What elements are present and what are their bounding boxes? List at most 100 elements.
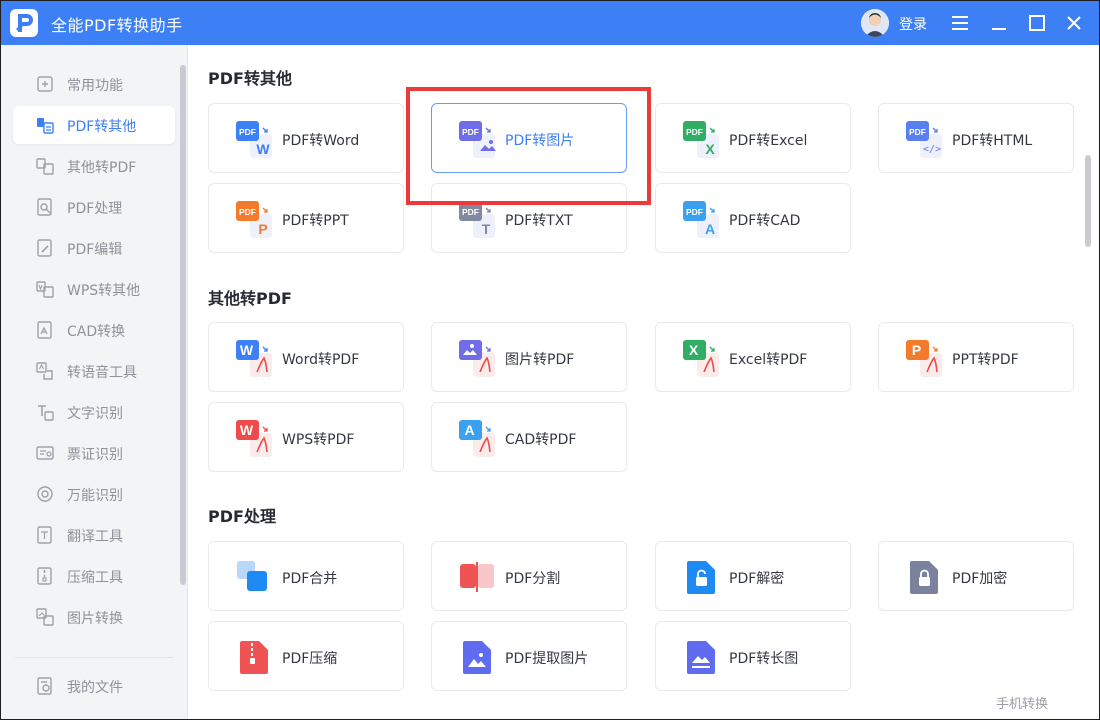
- sidebar-item[interactable]: PDF编辑: [13, 229, 175, 267]
- sidebar-item-label: 常用功能: [67, 78, 123, 94]
- pdf-compress-icon: [235, 638, 273, 676]
- tool-card[interactable]: PDF分割: [431, 541, 627, 611]
- sidebar-item[interactable]: 其他转PDF: [13, 147, 175, 185]
- tool-card[interactable]: 图片转PDF: [431, 322, 627, 392]
- tool-card[interactable]: PDF压缩: [208, 621, 404, 691]
- tool-card[interactable]: X Excel转PDF: [655, 322, 851, 392]
- pdf-to-cad-icon: PDF A: [682, 200, 720, 238]
- highlight-annotation: [406, 87, 651, 205]
- svg-text:PDF: PDF: [239, 207, 256, 217]
- sidebar-item[interactable]: PDF转其他: [13, 106, 175, 144]
- tool-card[interactable]: PDF A PDF转CAD: [655, 183, 851, 253]
- pdf-split-icon: [458, 558, 496, 596]
- tool-card-label: 图片转PDF: [505, 352, 575, 368]
- ppt-to-pdf-icon: P: [905, 339, 943, 377]
- pdf-encrypt-icon: [905, 558, 943, 596]
- sidebar-item-label: 压缩工具: [67, 570, 123, 586]
- svg-text:P: P: [258, 221, 267, 237]
- tool-card-label: PDF提取图片: [505, 651, 589, 667]
- pdf-to-word-icon: PDF W: [235, 120, 273, 158]
- universal-recognition-icon: [35, 484, 55, 504]
- tool-card[interactable]: PDF P PDF转PPT: [208, 183, 404, 253]
- phone-convert-link[interactable]: 手机转换: [996, 693, 1048, 712]
- sidebar-item[interactable]: PDF处理: [13, 188, 175, 226]
- pdf-to-html-icon: PDF </>: [905, 120, 943, 158]
- sidebar-item[interactable]: 票证识别: [13, 434, 175, 472]
- sidebar-scrollbar[interactable]: [180, 65, 186, 585]
- pdf-extract-image-icon: [458, 638, 496, 676]
- pdf-to-other-icon: [35, 115, 55, 135]
- ticket-recognition-icon: [35, 443, 55, 463]
- tool-card[interactable]: PDF合并: [208, 541, 404, 611]
- tool-card[interactable]: PDF </> PDF转HTML: [878, 103, 1074, 173]
- sidebar-item-label: CAD转换: [67, 324, 126, 340]
- sidebar-item-label: 文字识别: [67, 406, 123, 422]
- tool-card[interactable]: PDF加密: [878, 541, 1074, 611]
- word-to-pdf-icon: W: [235, 339, 273, 377]
- app-title: 全能PDF转换助手: [51, 16, 183, 35]
- sidebar-item[interactable]: WPS转其他: [13, 270, 175, 308]
- pdf-to-excel-icon: PDF X: [682, 120, 720, 158]
- sidebar-item-label: PDF处理: [67, 201, 123, 217]
- sidebar-item[interactable]: 常用功能: [13, 65, 175, 103]
- tool-card[interactable]: W WPS转PDF: [208, 402, 404, 472]
- tool-card-label: PDF转Word: [282, 133, 360, 149]
- pdf-to-ppt-icon: PDF P: [235, 200, 273, 238]
- user-avatar-icon[interactable]: [861, 9, 889, 37]
- svg-text:W: W: [256, 141, 270, 157]
- tool-card[interactable]: PDF W PDF转Word: [208, 103, 404, 173]
- sidebar-item-label: 转语音工具: [67, 365, 137, 381]
- tool-card[interactable]: PDF提取图片: [431, 621, 627, 691]
- svg-text:T: T: [482, 221, 491, 237]
- cad-to-pdf-icon: A: [458, 419, 496, 457]
- svg-text:PDF: PDF: [909, 127, 926, 137]
- sidebar-item-label: 其他转PDF: [67, 160, 137, 176]
- svg-text:X: X: [689, 342, 699, 358]
- close-icon[interactable]: [1062, 11, 1086, 35]
- sidebar-item[interactable]: 文字识别: [13, 393, 175, 431]
- sidebar-item[interactable]: 转语音工具: [13, 352, 175, 390]
- sidebar-item[interactable]: CAD转换: [13, 311, 175, 349]
- sidebar-item[interactable]: 图片转换: [13, 598, 175, 636]
- sidebar-item-label: 票证识别: [67, 447, 123, 463]
- pdf-edit-icon: [35, 238, 55, 258]
- pdf-to-txt-icon: PDF T: [458, 200, 496, 238]
- sidebar-item-label: 翻译工具: [67, 529, 123, 545]
- main-scrollbar[interactable]: [1085, 155, 1091, 247]
- section-title-other-to-pdf: 其他转PDF: [208, 289, 292, 308]
- sidebar-item-label: 万能识别: [67, 488, 123, 504]
- sidebar-item[interactable]: 压缩工具: [13, 557, 175, 595]
- sidebar-item-my-files[interactable]: 我的文件: [13, 667, 175, 705]
- sidebar-item-label: 我的文件: [67, 680, 123, 696]
- svg-text:P: P: [912, 342, 921, 358]
- tool-card[interactable]: PDF转长图: [655, 621, 851, 691]
- compress-icon: [35, 566, 55, 586]
- wps-convert-icon: [35, 279, 55, 299]
- tool-card[interactable]: W Word转PDF: [208, 322, 404, 392]
- sidebar-item[interactable]: 翻译工具: [13, 516, 175, 554]
- common-functions-icon: [35, 74, 55, 94]
- sidebar-item-label: WPS转其他: [67, 283, 141, 299]
- wps-to-pdf-icon: W: [235, 419, 273, 457]
- pdf-long-image-icon: [682, 638, 720, 676]
- svg-text:PDF: PDF: [686, 127, 703, 137]
- tool-card-label: PDF转CAD: [729, 213, 801, 229]
- pdf-process-icon: [35, 197, 55, 217]
- my-files-icon: [35, 676, 55, 696]
- svg-text:PDF: PDF: [462, 207, 479, 217]
- excel-to-pdf-icon: X: [682, 339, 720, 377]
- text-recognition-icon: [35, 402, 55, 422]
- login-button[interactable]: 登录: [899, 14, 927, 34]
- tool-card[interactable]: PDF X PDF转Excel: [655, 103, 851, 173]
- maximize-icon[interactable]: [1025, 11, 1049, 35]
- tool-card[interactable]: P PPT转PDF: [878, 322, 1074, 392]
- menu-icon[interactable]: [948, 11, 972, 35]
- minimize-icon[interactable]: [987, 11, 1011, 35]
- svg-text:</>: </>: [923, 144, 941, 155]
- tool-card-label: PDF解密: [729, 571, 785, 587]
- tool-card[interactable]: A CAD转PDF: [431, 402, 627, 472]
- sidebar-item[interactable]: 万能识别: [13, 475, 175, 513]
- sidebar-item-label: PDF编辑: [67, 242, 123, 258]
- tool-card-label: PPT转PDF: [952, 352, 1019, 368]
- tool-card[interactable]: PDF解密: [655, 541, 851, 611]
